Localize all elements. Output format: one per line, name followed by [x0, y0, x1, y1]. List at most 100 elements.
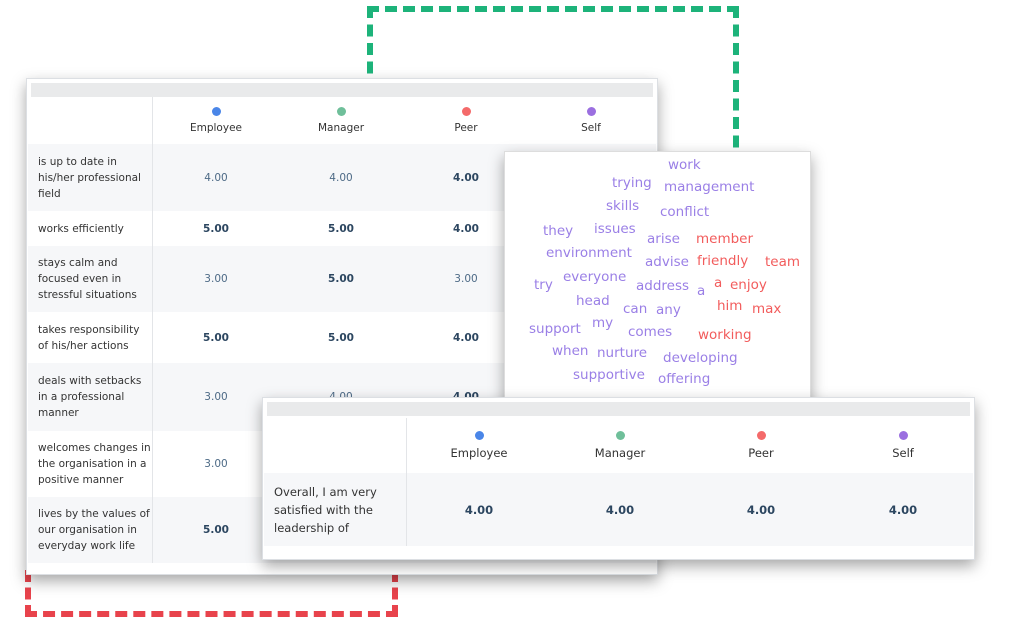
- card-header-bar: [267, 402, 970, 416]
- rating-value-peer: 3.00: [454, 273, 478, 285]
- legend-dot-icon: [898, 431, 908, 440]
- row-label-text: works efficiently: [38, 222, 124, 235]
- cloud-word: environment: [546, 245, 632, 261]
- cloud-word: advise: [645, 254, 689, 270]
- row-label-text: welcomes changes in the organisation in …: [38, 442, 151, 486]
- cloud-word: trying: [612, 175, 652, 191]
- cloud-word: my: [592, 315, 614, 331]
- cloud-word: everyone: [563, 269, 627, 285]
- rating-value-peer: 4.00: [453, 171, 479, 184]
- row-label-text: stays calm and focused even in stressful…: [38, 257, 137, 301]
- column-label: Peer: [454, 122, 478, 134]
- column-label: Employee: [189, 122, 242, 134]
- rating-value-peer: 4.00: [453, 222, 479, 235]
- cloud-word: try: [534, 277, 553, 293]
- rating-value-manager: 4.00: [329, 171, 353, 184]
- rating-value-self: 4.00: [888, 502, 918, 517]
- column-label: Self: [581, 122, 601, 134]
- row-label: welcomes changes in the organisation in …: [28, 431, 152, 497]
- rating-value-employee: 5.00: [203, 524, 229, 536]
- cloud-word: nurture: [597, 345, 648, 361]
- cloud-word: issues: [594, 221, 636, 237]
- column-label: Peer: [748, 446, 774, 460]
- row-label: lives by the values of our organisation …: [28, 497, 152, 563]
- row-label-text: deals with setbacks in a professional ma…: [38, 375, 142, 419]
- legend-dot-icon: [474, 431, 484, 440]
- column-label: Employee: [450, 446, 508, 460]
- rating-value-manager: 5.00: [328, 222, 354, 235]
- row-label-text: takes responsibility of his/her actions: [38, 323, 140, 352]
- cloud-word: working: [698, 327, 752, 343]
- column-header-manager: Manager: [281, 97, 401, 144]
- table-row: Overall, I am very satisfied with the le…: [264, 473, 973, 546]
- column-header-self: Self: [838, 418, 968, 473]
- cloud-word: developing: [663, 350, 738, 366]
- red-dashed-outline: [25, 570, 398, 617]
- cloud-word: offering: [658, 371, 711, 387]
- rating-value-employee: 4.00: [464, 502, 494, 517]
- cloud-word: work: [668, 157, 701, 173]
- legend-dot-icon: [211, 107, 221, 116]
- cloud-word: head: [576, 293, 610, 309]
- row-label: works efficiently: [28, 211, 152, 246]
- rating-value-manager: 5.00: [328, 273, 354, 285]
- cloud-word: management: [664, 179, 755, 195]
- cloud-word: when: [552, 343, 589, 359]
- cloud-word: team: [765, 254, 801, 270]
- rating-value-employee: 3.00: [204, 458, 228, 470]
- legend-dot-icon: [336, 107, 346, 116]
- rating-value-employee: 5.00: [203, 331, 229, 344]
- cloud-word: skills: [606, 198, 640, 214]
- row-label: Overall, I am very satisfied with the le…: [264, 473, 407, 546]
- legend-dot-icon: [586, 107, 596, 116]
- legend-dot-icon: [615, 431, 625, 440]
- column-header-peer: Peer: [406, 97, 526, 144]
- cloud-word: support: [529, 321, 581, 337]
- legend-dot-icon: [756, 431, 766, 440]
- row-label-text: lives by the values of our organisation …: [38, 508, 150, 552]
- row-label-text: Overall, I am very satisfied with the le…: [274, 484, 377, 535]
- rating-value-employee: 4.00: [204, 171, 228, 184]
- word-cloud: work trying management skills conflict they is…: [504, 151, 811, 405]
- column-divider: [406, 418, 407, 546]
- row-label: deals with setbacks in a professional ma…: [28, 363, 152, 431]
- column-label: Manager: [594, 446, 646, 460]
- rating-value-peer: 4.00: [453, 331, 479, 344]
- column-label: Self: [892, 446, 914, 460]
- column-header-employee: Employee: [414, 418, 544, 473]
- cloud-word: can: [623, 301, 648, 317]
- cloud-word: a: [697, 283, 706, 299]
- row-label-text: is up to date in his/her professional fi…: [38, 155, 141, 200]
- cloud-word: address: [636, 278, 690, 294]
- rating-value-manager: 4.00: [605, 502, 635, 517]
- cloud-word: him: [717, 298, 743, 314]
- column-header-manager: Manager: [555, 418, 685, 473]
- row-label: takes responsibility of his/her actions: [28, 312, 152, 363]
- legend-dot-icon: [461, 107, 471, 116]
- column-label: Manager: [317, 122, 365, 134]
- rating-value-employee: 3.00: [204, 391, 228, 403]
- cloud-word: max: [752, 301, 782, 317]
- cloud-word: arise: [647, 231, 680, 247]
- cloud-word: any: [656, 302, 681, 318]
- rating-value-peer: 4.00: [746, 502, 776, 517]
- column-header-employee: Employee: [156, 97, 276, 144]
- cloud-word: member: [696, 231, 754, 247]
- column-header-peer: Peer: [696, 418, 826, 473]
- column-header-self: Self: [531, 97, 651, 144]
- cloud-word: friendly: [697, 253, 749, 269]
- row-label: stays calm and focused even in stressful…: [28, 246, 152, 312]
- row-label: is up to date in his/her professional fi…: [28, 144, 152, 211]
- cloud-word: they: [543, 223, 574, 239]
- cloud-word: a: [714, 275, 723, 291]
- cloud-word: enjoy: [730, 277, 767, 293]
- rating-value-manager: 5.00: [328, 331, 354, 344]
- rating-value-employee: 5.00: [203, 222, 229, 235]
- cloud-word: supportive: [573, 367, 645, 383]
- cloud-word: conflict: [660, 204, 710, 220]
- summary-table-card: Employee Manager Peer Self Overall, I am ver…: [262, 397, 975, 560]
- column-divider: [152, 97, 153, 563]
- cloud-word: comes: [628, 324, 673, 340]
- rating-value-employee: 3.00: [204, 273, 228, 285]
- card-header-bar: [31, 83, 653, 97]
